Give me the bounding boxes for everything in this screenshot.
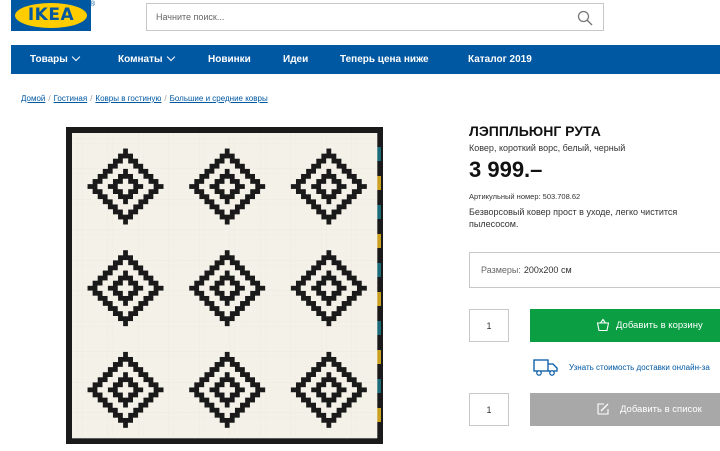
edit-list-icon	[597, 403, 609, 415]
add-to-cart-label: Добавить в корзину	[616, 320, 703, 331]
nav-item-lower-price[interactable]: Теперь цена ниже	[340, 45, 429, 74]
main-nav: Товары Комнаты Новинки Идеи Теперь цена …	[11, 45, 720, 74]
basket-icon	[596, 318, 610, 332]
logo-text: IKEA	[27, 5, 75, 25]
article-number: Артикульный номер: 503.708.62	[469, 192, 581, 201]
breadcrumb-separator: /	[164, 94, 167, 103]
cart-quantity-input[interactable]	[469, 309, 509, 342]
nav-item-catalog[interactable]: Каталог 2019	[468, 45, 532, 74]
add-to-cart-button[interactable]: Добавить в корзину	[530, 309, 720, 342]
product-price: 3 999.–	[469, 157, 543, 182]
product-description: Ковер, короткий ворс, белый, черный	[469, 143, 626, 153]
product-image[interactable]	[66, 127, 383, 444]
delivery-truck-icon	[533, 359, 558, 376]
search-box[interactable]	[146, 3, 604, 31]
delivery-cost-link[interactable]: Узнать стоимость доставки онлайн-за	[569, 363, 710, 372]
search-icon[interactable]	[577, 10, 593, 26]
nav-item-ideas[interactable]: Идеи	[283, 45, 308, 74]
chevron-down-icon	[166, 52, 175, 62]
breadcrumb-rugs[interactable]: Ковры в гостиную	[95, 94, 161, 103]
chevron-down-icon	[71, 52, 81, 62]
list-quantity-input[interactable]	[469, 393, 509, 426]
breadcrumb-separator: /	[48, 94, 51, 103]
ikea-logo[interactable]: IKEA	[11, 0, 91, 31]
add-to-list-label: Добавить в список	[620, 404, 702, 415]
size-label: Размеры:	[481, 265, 521, 275]
breadcrumb-home[interactable]: Домой	[21, 94, 45, 103]
breadcrumb: Домой / Гостиная / Ковры в гостиную / Большие …	[21, 94, 268, 103]
search-input[interactable]	[156, 4, 566, 30]
breadcrumb-living-room[interactable]: Гостиная	[54, 94, 88, 103]
product-text: Безворсовый ковер прост в уходе, легко ч…	[469, 207, 678, 229]
breadcrumb-large-rugs[interactable]: Большие и средние ковры	[170, 94, 268, 103]
breadcrumb-separator: /	[90, 94, 93, 103]
size-selector[interactable]: Размеры: 200x200 см	[469, 252, 720, 288]
nav-item-rooms[interactable]: Комнаты	[118, 45, 175, 74]
size-value: 200x200 см	[523, 265, 572, 275]
registered-mark: ®	[90, 1, 96, 8]
nav-item-products[interactable]: Товары	[30, 45, 81, 74]
add-to-list-button[interactable]: Добавить в список	[530, 393, 720, 426]
product-title: ЛЭППЛЬЮНГ РУТА	[469, 123, 601, 139]
nav-item-new[interactable]: Новинки	[208, 45, 251, 74]
